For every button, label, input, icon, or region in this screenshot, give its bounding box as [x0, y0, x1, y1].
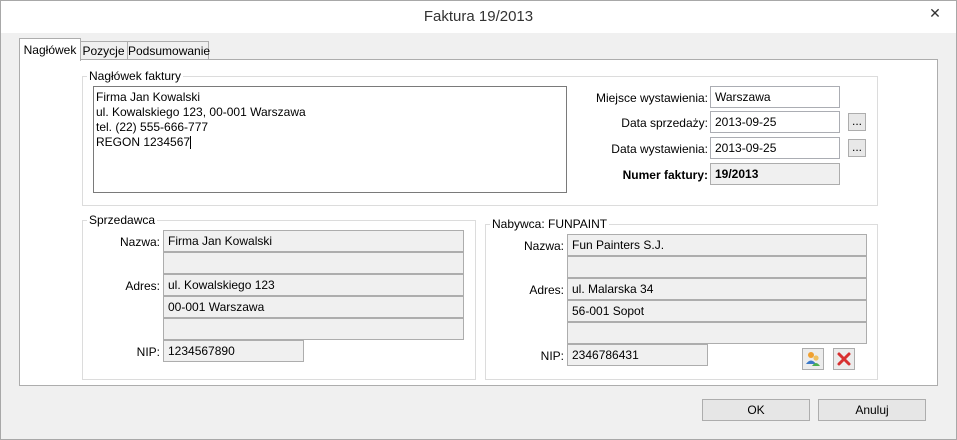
header-text-line: ul. Kowalskiego 123, 00-001 Warszawa: [96, 105, 306, 119]
invoice-dialog: Faktura 19/2013 ✕ Nagłówek Pozycje Podsu…: [0, 0, 957, 440]
buyer-name-line-2: [567, 256, 867, 278]
header-text-line-value: REGON 1234567: [96, 135, 191, 149]
tab-panel-header: Nagłówek faktury Firma Jan Kowalski ul. …: [19, 59, 938, 386]
header-text-line: Firma Jan Kowalski: [96, 90, 201, 104]
text-caret: [190, 136, 192, 150]
seller-name-line-2: [163, 252, 464, 274]
seller-address-line-2: 00-001 Warszawa: [163, 296, 464, 318]
invoice-header-group-title: Nagłówek faktury: [87, 69, 184, 83]
close-button[interactable]: ✕: [920, 3, 950, 23]
clear-buyer-button[interactable]: [833, 348, 855, 370]
cancel-button[interactable]: Anuluj: [818, 399, 926, 421]
header-text-line: REGON 1234567: [96, 135, 564, 150]
sale-date-input[interactable]: 2013-09-25: [710, 111, 840, 133]
tab-items[interactable]: Pozycje: [79, 41, 128, 60]
seller-address-label: Adres:: [125, 279, 160, 293]
header-text-area[interactable]: Firma Jan Kowalski ul. Kowalskiego 123, …: [93, 86, 567, 193]
place-label: Miejsce wystawienia:: [595, 91, 708, 105]
seller-name-label: Nazwa:: [119, 235, 160, 249]
select-buyer-button[interactable]: [802, 348, 824, 370]
place-input[interactable]: Warszawa: [710, 86, 840, 108]
seller-address-line-1: ul. Kowalskiego 123: [163, 274, 464, 296]
seller-group-title: Sprzedawca: [87, 213, 158, 227]
buyer-address-line-2: 56-001 Sopot: [567, 300, 867, 322]
buyer-address-line-1: ul. Malarska 34: [567, 278, 867, 300]
buyer-group-title: Nabywca: FUNPAINT: [490, 217, 610, 231]
buyer-name-line-1: Fun Painters S.J.: [567, 234, 867, 256]
tab-summary[interactable]: Podsumowanie: [127, 41, 210, 60]
seller-nip-label: NIP:: [136, 345, 160, 359]
invoice-number-label: Numer faktury:: [622, 168, 708, 182]
window-title: Faktura 19/2013: [423, 8, 534, 25]
contacts-icon: [806, 352, 820, 366]
title-bar: Faktura 19/2013 ✕: [1, 1, 956, 33]
sale-date-label: Data sprzedaży:: [621, 116, 708, 130]
invoice-number-field: 19/2013: [710, 163, 840, 185]
ok-button[interactable]: OK: [702, 399, 810, 421]
buyer-address-line-3: [567, 322, 867, 344]
close-icon: ✕: [929, 5, 941, 21]
seller-address-line-3: [163, 318, 464, 340]
buyer-name-label: Nazwa:: [523, 239, 564, 253]
buyer-nip-field: 2346786431: [567, 344, 708, 366]
delete-icon: [837, 352, 851, 366]
seller-nip-field: 1234567890: [163, 340, 304, 362]
seller-name-line-1: Firma Jan Kowalski: [163, 230, 464, 252]
sale-date-picker-button[interactable]: ...: [848, 113, 866, 131]
issue-date-picker-button[interactable]: ...: [848, 139, 866, 157]
buyer-nip-label: NIP:: [540, 349, 564, 363]
header-text-line: tel. (22) 555-666-777: [96, 120, 209, 134]
buyer-address-label: Adres:: [529, 283, 564, 297]
tab-header[interactable]: Nagłówek: [19, 38, 81, 61]
issue-date-input[interactable]: 2013-09-25: [710, 137, 840, 159]
issue-date-label: Data wystawienia:: [611, 142, 708, 156]
